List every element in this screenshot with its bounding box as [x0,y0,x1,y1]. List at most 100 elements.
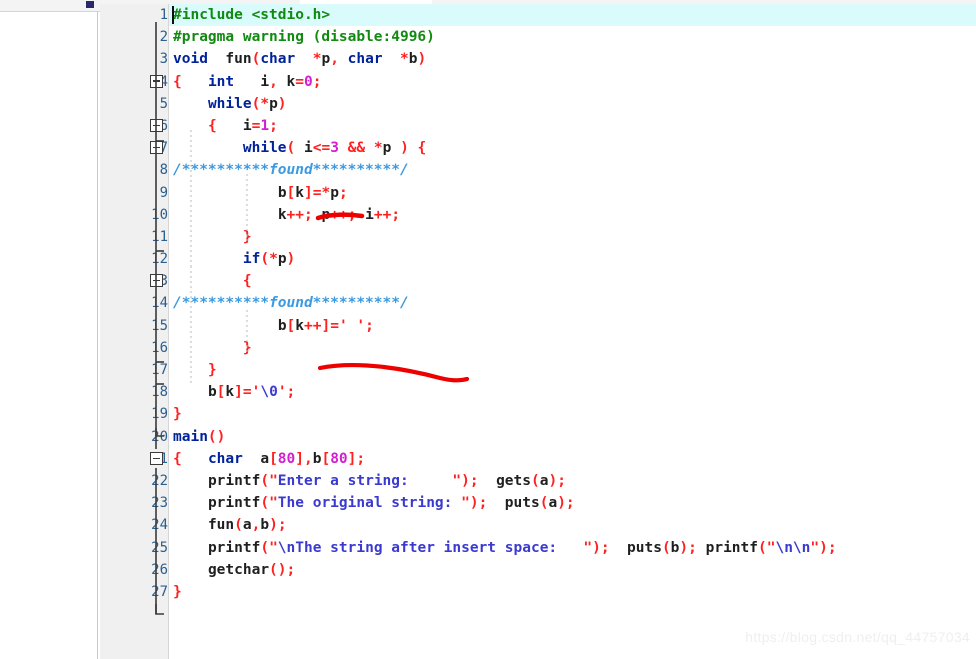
toolbar-segment-1[interactable] [0,0,61,12]
code-line[interactable]: b[k++]=' '; [169,315,976,337]
gutter-row[interactable]: 12 [100,248,168,270]
text-caret [172,6,174,24]
fold-toggle-icon[interactable] [150,74,163,88]
code-line-text: if(*p) [242,251,296,268]
gutter-row[interactable]: 2 [100,26,168,48]
code-line-text: #include <stdio.h> [173,7,331,23]
line-number: 24 [151,517,168,534]
code-line-text: } [242,228,252,245]
code-line[interactable]: printf("\nThe string after insert space:… [169,537,976,559]
fold-toggle-icon[interactable] [150,141,163,155]
gutter-row[interactable]: 11 [100,226,168,248]
line-number: 19 [151,406,168,423]
code-line[interactable]: k++; p++; i++; [169,204,976,226]
code-line[interactable]: #pragma warning (disable:4996) [169,26,976,48]
code-line[interactable]: { int i, k=0; [169,71,976,93]
code-line-text: while( i<=3 && *p ) { [242,140,427,157]
source-editor[interactable]: 1234567891011121314151617181920212223242… [100,4,976,659]
code-line[interactable]: { char a[80],b[80]; [169,448,976,470]
line-number: 26 [151,561,168,578]
gutter-row[interactable]: 8 [100,159,168,181]
code-line[interactable]: } [169,581,976,603]
code-line-text: } [207,362,217,378]
gutter-row[interactable]: 1 [100,4,168,26]
code-line[interactable]: void fun(char *p, char *b) [169,48,976,70]
line-number: 3 [159,51,168,68]
code-line-text: k++; p++; i++; [277,206,401,223]
gutter-row[interactable]: 22 [100,470,168,492]
line-number: 10 [151,206,168,223]
code-line-text: b[k]='\0'; [207,384,296,401]
code-line-text: fun(a,b); [207,517,287,534]
gutter-row[interactable]: 24 [100,514,168,536]
line-number: 1 [159,7,168,23]
gutter-row[interactable]: 16 [100,337,168,359]
gutter-row[interactable]: 20 [100,426,168,448]
code-line[interactable]: b[k]=*p; [169,182,976,204]
code-line-text: { char a[80],b[80]; [173,450,366,467]
code-line[interactable]: } [169,226,976,248]
gutter-row[interactable]: 25 [100,537,168,559]
code-line[interactable]: { [169,270,976,292]
gutter-row[interactable]: 5 [100,93,168,115]
gutter-row[interactable]: 10 [100,204,168,226]
code-line[interactable]: b[k]='\0'; [169,381,976,403]
code-area[interactable]: #include <stdio.h> #pragma warning (disab… [169,4,976,659]
line-number: 15 [151,317,168,334]
fold-toggle-icon[interactable] [150,452,163,465]
code-line[interactable]: } [169,403,976,425]
code-line[interactable]: { i=1; [169,115,976,137]
code-line-text: while(*p) [207,95,287,112]
code-line-text: /**********found**********/ [173,295,409,312]
code-line-text: getchar(); [207,561,296,578]
code-line-text: b[k]=*p; [277,184,348,201]
gutter-row[interactable]: 14 [100,292,168,314]
code-line[interactable]: /**********found**********/ [169,159,976,181]
line-number: 23 [151,495,168,512]
line-number: 12 [151,251,168,268]
code-line-text: printf("Enter a string: "); gets(a); [207,472,566,489]
code-line[interactable]: while(*p) [169,93,976,115]
gutter-row[interactable]: 19 [100,403,168,425]
line-number: 25 [151,539,168,556]
line-number: 27 [151,583,168,600]
code-line-text: /**********found**********/ [173,162,409,179]
code-line[interactable]: while( i<=3 && *p ) { [169,137,976,159]
line-number: 17 [151,362,168,378]
code-line-text: } [242,339,252,356]
line-number: 14 [151,295,168,312]
gutter-row[interactable]: 18 [100,381,168,403]
gutter-row[interactable]: 26 [100,559,168,581]
gutter-row[interactable]: 17 [100,359,168,381]
gutter-row[interactable]: 3 [100,48,168,70]
code-line[interactable]: #include <stdio.h> [169,4,976,27]
line-number: 9 [159,184,168,201]
code-line-text: { i=1; [207,117,278,134]
code-line-text: { int i, k=0; [173,73,322,90]
code-line[interactable]: /**********found**********/ [169,292,976,314]
code-line[interactable]: printf("Enter a string: "); gets(a); [169,470,976,492]
code-line[interactable]: if(*p) [169,248,976,270]
code-line[interactable]: getchar(); [169,559,976,581]
fold-toggle-icon[interactable] [150,119,163,132]
code-line[interactable]: } [169,337,976,359]
gutter-row[interactable]: 15 [100,315,168,337]
code-line[interactable]: printf("The original string: "); puts(a)… [169,492,976,514]
line-number: 18 [151,384,168,401]
code-line-text: } [173,406,182,423]
gutter-row[interactable]: 27 [100,581,168,603]
line-number: 2 [159,29,168,46]
tab-overflow-icon[interactable] [86,1,94,8]
gutter-row[interactable]: 23 [100,492,168,514]
gutter-row[interactable]: 9 [100,182,168,204]
line-number: 5 [159,95,168,112]
code-line-text: #pragma warning (disable:4996) [173,29,435,46]
code-line[interactable]: fun(a,b); [169,514,976,536]
line-number: 11 [151,228,168,245]
editor-gutter[interactable]: 1234567891011121314151617181920212223242… [100,4,169,659]
fold-toggle-icon[interactable] [150,274,163,288]
code-line[interactable]: } [169,359,976,381]
watermark: https://blog.csdn.net/qq_44757034 [745,629,970,645]
code-line-text: printf("The original string: "); puts(a)… [207,495,575,512]
code-line[interactable]: main() [169,426,976,448]
